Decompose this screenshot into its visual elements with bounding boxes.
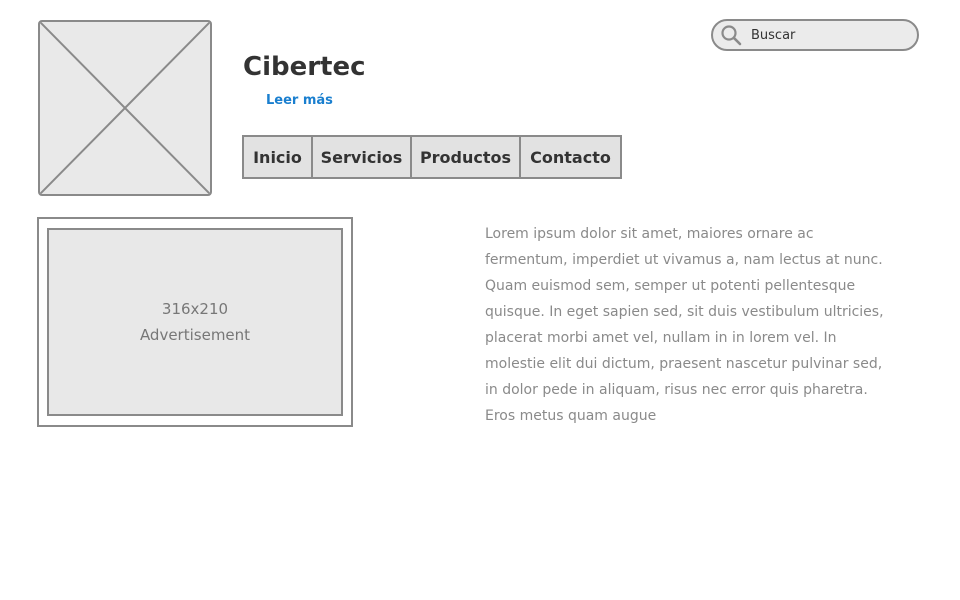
body-paragraph: Lorem ipsum dolor sit amet, maiores orna… xyxy=(485,226,884,424)
read-more-link[interactable]: Leer más xyxy=(266,93,333,108)
nav-item-servicios[interactable]: Servicios xyxy=(313,137,412,177)
nav-item-inicio[interactable]: Inicio xyxy=(244,137,313,177)
search-input[interactable] xyxy=(749,26,903,44)
site-title: Cibertec xyxy=(243,52,366,82)
image-placeholder-icon xyxy=(40,22,210,194)
main-nav: Inicio Servicios Productos Contacto xyxy=(242,135,622,179)
logo-image-placeholder xyxy=(38,20,212,196)
ad-size-label: 316x210 xyxy=(161,300,229,318)
advertisement-frame: 316x210 Advertisement xyxy=(37,217,353,427)
search-icon[interactable] xyxy=(719,23,743,47)
nav-item-contacto[interactable]: Contacto xyxy=(521,137,620,177)
search-box[interactable] xyxy=(711,19,919,51)
nav-item-productos[interactable]: Productos xyxy=(412,137,521,177)
ad-label: Advertisement xyxy=(139,326,251,344)
advertisement-placeholder[interactable]: 316x210 Advertisement xyxy=(47,228,343,416)
